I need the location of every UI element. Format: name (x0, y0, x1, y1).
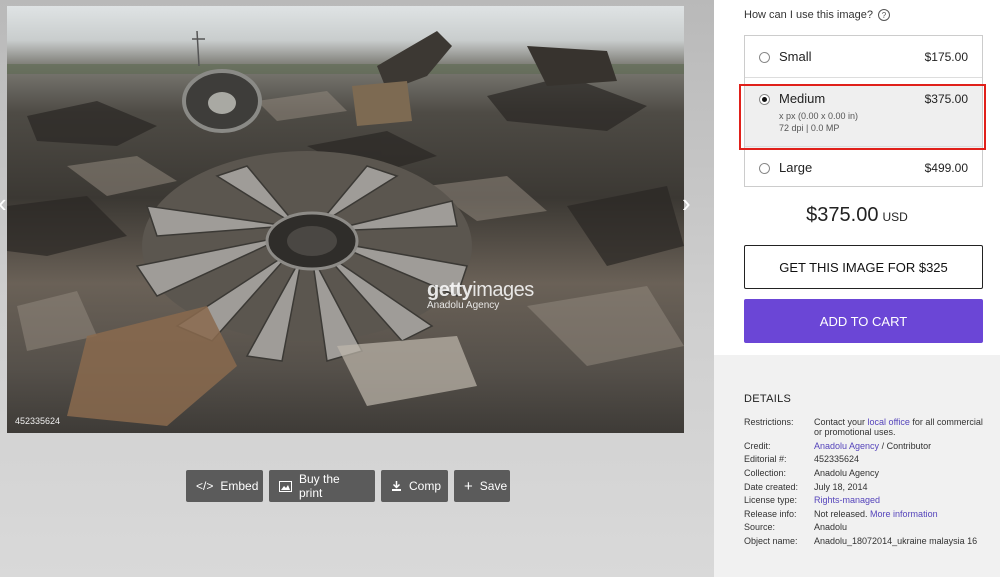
medium-resolution: 72 dpi | 0.0 MP (779, 123, 840, 133)
radio-medium[interactable] (759, 94, 770, 105)
more-information-link[interactable]: More information (870, 509, 938, 519)
save-button[interactable]: + Save (454, 470, 510, 502)
total-price: $375.00 USD (806, 204, 908, 226)
medium-dimensions: x px (0.00 x 0.00 in) (779, 111, 859, 121)
usage-question: How can I use this image? ? (744, 9, 891, 21)
radio-small[interactable] (759, 52, 770, 63)
add-to-cart-button[interactable]: ADD TO CART (744, 299, 983, 343)
buy-print-button[interactable]: Buy the print (269, 470, 375, 502)
size-option-medium[interactable]: Medium $375.00 x px (0.00 x 0.00 in) 72 … (745, 86, 982, 148)
image-toolbar: </> Embed Buy the print Comp + Save (186, 470, 510, 502)
get-image-button[interactable]: GET THIS IMAGE FOR $325 (744, 245, 983, 289)
details-heading: DETAILS (744, 393, 792, 405)
radio-large[interactable] (759, 163, 770, 174)
size-option-large[interactable]: Large $499.00 (745, 146, 982, 186)
picture-icon (279, 480, 292, 492)
license-panel: How can I use this image? ? Small $175.0… (714, 0, 1000, 355)
download-icon (391, 480, 402, 492)
details-section: DETAILS Restrictions: Contact your local… (714, 355, 1000, 577)
photo-id-label: 452335624 (15, 416, 61, 426)
local-office-link[interactable]: local office (868, 417, 910, 427)
size-options: Small $175.00 Medium $375.00 x px (0.00 … (744, 35, 983, 187)
license-type-link[interactable]: Rights-managed (814, 495, 989, 505)
previous-image-arrow-icon[interactable]: ‹ (0, 190, 7, 216)
plus-icon: + (464, 477, 473, 495)
wreckage-photo-illustration (7, 30, 684, 426)
help-icon[interactable]: ? (878, 9, 891, 21)
watermark-brand: gettyimages (427, 279, 534, 301)
embed-button[interactable]: </> Embed (186, 470, 263, 502)
credit-link[interactable]: Anadolu Agency (814, 441, 879, 451)
comp-button[interactable]: Comp (381, 470, 448, 502)
next-image-arrow-icon[interactable]: › (682, 190, 691, 216)
editorial-photo[interactable]: gettyimages Anadolu Agency 452335624 (7, 6, 684, 433)
size-option-small[interactable]: Small $175.00 (745, 36, 982, 78)
watermark: gettyimages Anadolu Agency (427, 279, 534, 311)
image-viewer: gettyimages Anadolu Agency 452335624 ‹ ›… (0, 0, 714, 577)
code-icon: </> (196, 479, 214, 493)
